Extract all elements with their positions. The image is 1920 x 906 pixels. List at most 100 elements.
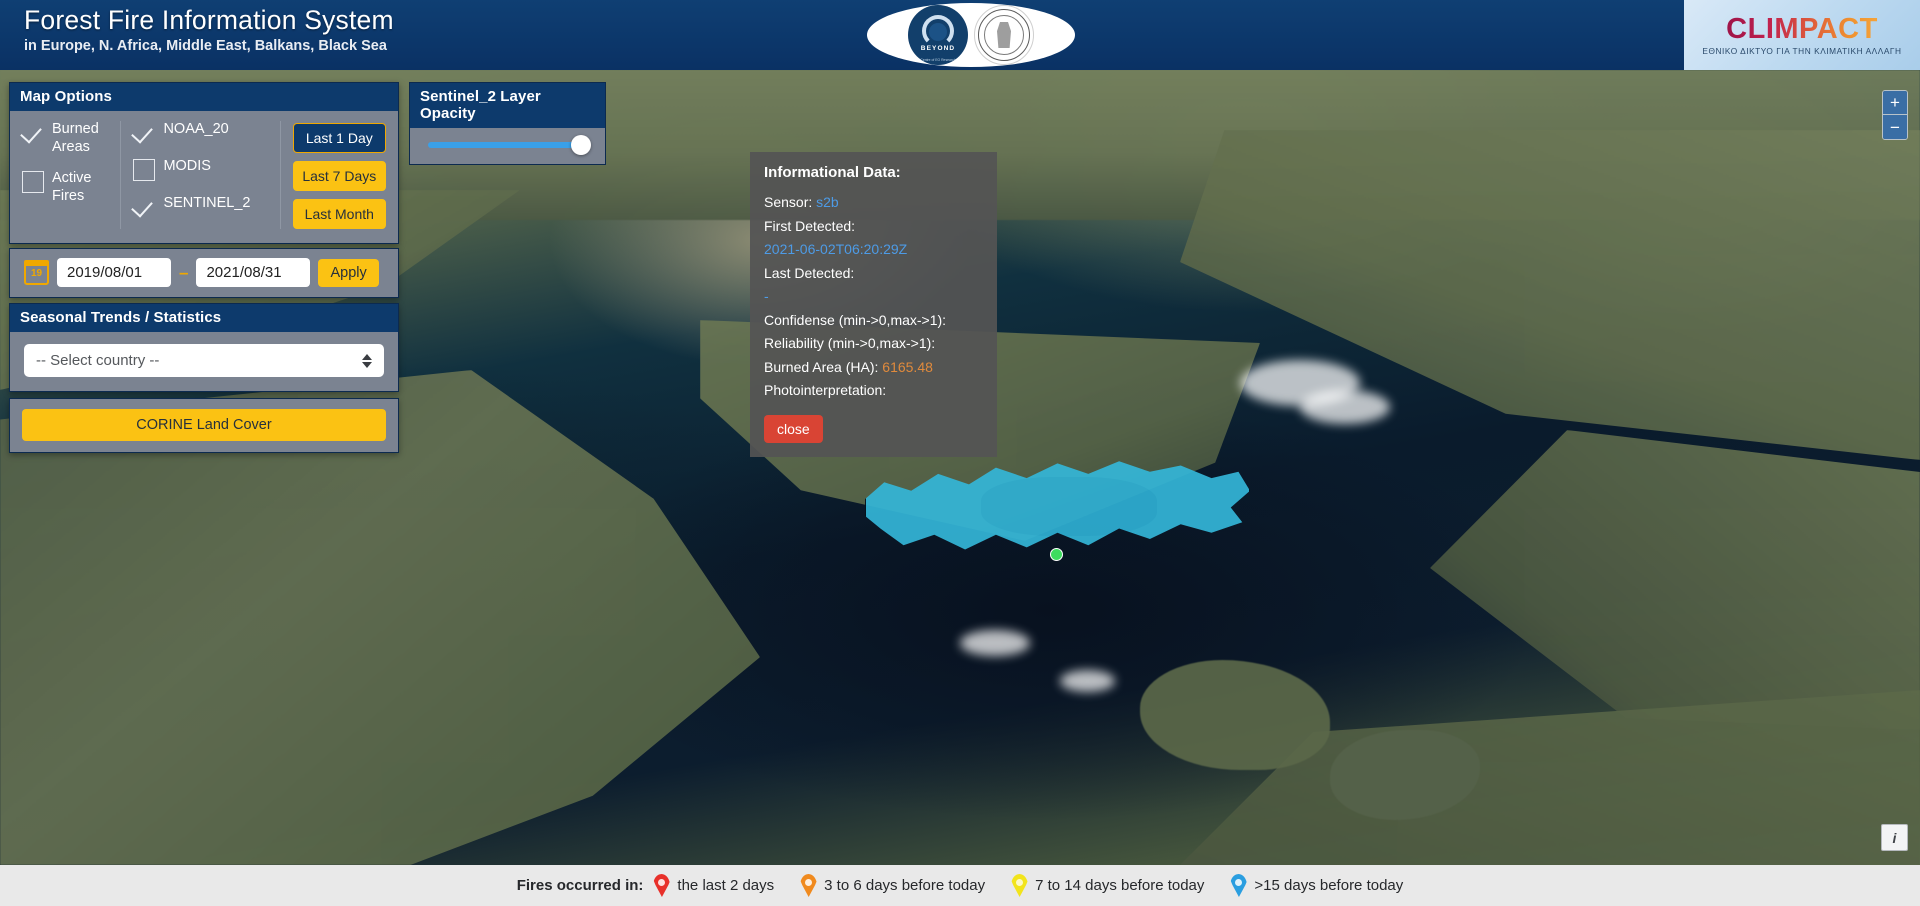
map-options-panel: Map Options Burned Areas Active Fires NO…: [9, 82, 399, 244]
popup-row-burned-area: Burned Area (HA): 6165.48: [764, 356, 983, 380]
checkmark-icon[interactable]: [22, 122, 44, 144]
seasonal-trends-title: Seasonal Trends / Statistics: [10, 304, 398, 332]
map-options-body: Burned Areas Active Fires NOAA_20 MODIS: [10, 111, 398, 243]
checkmark-icon[interactable]: [133, 122, 155, 144]
date-range-separator: –: [179, 262, 189, 282]
beyond-logo-name: BEYOND: [920, 45, 956, 52]
corine-body: CORINE Land Cover: [10, 399, 398, 452]
checkbox-label: Active Fires: [52, 170, 92, 204]
date-filter-row: 19 – Apply: [10, 249, 398, 297]
checkbox-label: SENTINEL_2: [163, 195, 251, 211]
seasonal-trends-body: -- Select country --: [10, 332, 398, 391]
burned-area-label: Burned Area (HA):: [764, 358, 879, 375]
map-zoom-controls[interactable]: + −: [1882, 90, 1908, 140]
start-date-input[interactable]: [57, 258, 171, 287]
first-detected-label: First Detected:: [764, 217, 856, 234]
reliability-label: Reliability (min->0,max->1):: [764, 335, 936, 351]
checkbox-label: MODIS: [163, 158, 211, 174]
noa-seal-icon: [974, 5, 1034, 65]
popup-row-last-detected-label: Last Detected:: [764, 262, 983, 286]
popup-row-sensor: Sensor: s2b: [764, 191, 983, 215]
map-pin-icon: [653, 874, 671, 897]
checkbox-label: NOAA_20: [163, 121, 229, 137]
calendar-icon-top: [24, 260, 49, 266]
popup-row-first-detected-label: First Detected:: [764, 215, 983, 239]
checkbox-active-fires[interactable]: Active Fires: [22, 170, 108, 205]
checkbox-sentinel2[interactable]: SENTINEL_2: [133, 195, 267, 218]
beyond-logo-icon: BEYOND Centre of EO Research: [908, 5, 968, 65]
cloud: [1300, 390, 1390, 424]
time-range-buttons: Last 1 Day Last 7 Days Last Month: [281, 121, 398, 229]
close-button[interactable]: close: [764, 414, 823, 443]
sentinel2-opacity-panel: Sentinel_2 Layer Opacity: [409, 82, 606, 165]
opacity-slider[interactable]: [428, 135, 591, 155]
zoom-out-button[interactable]: −: [1883, 115, 1907, 139]
legend-bar: Fires occurred in: the last 2 days 3 to …: [0, 865, 1920, 906]
legend-item-over-15-days: >15 days before today: [1230, 874, 1403, 897]
climpact-logo: CLIMPACT ΕΘΝΙΚΟ ΔΙΚΤΥΟ ΓΙΑ ΤΗΝ ΚΛΙΜΑΤΙΚΗ…: [1684, 0, 1920, 70]
popup-row-first-detected-value: 2021-06-02T06:20:29Z: [764, 238, 983, 262]
popup-title: Informational Data:: [764, 164, 901, 181]
empty-checkbox-icon[interactable]: [22, 171, 44, 193]
date-filter-panel: 19 – Apply: [9, 248, 399, 298]
popup-row-confidence: Confidense (min->0,max->1):: [764, 309, 983, 333]
corine-panel: CORINE Land Cover: [9, 398, 399, 453]
beyond-logo-tagline: Centre of EO Research: [920, 57, 956, 62]
sensor-label: Sensor:: [764, 194, 813, 210]
left-control-stack: Map Options Burned Areas Active Fires NO…: [9, 82, 399, 453]
apply-button[interactable]: Apply: [318, 258, 379, 287]
page-title: Forest Fire Information System: [24, 5, 394, 35]
opacity-panel-body: [410, 128, 605, 164]
calendar-icon-day: 19: [30, 268, 43, 279]
map-landmass: [1430, 430, 1920, 730]
confidence-label: Confidense (min->0,max->1):: [764, 311, 947, 328]
popup-row-reliability: Reliability (min->0,max->1):: [764, 332, 983, 356]
climpact-subtitle: ΕΘΝΙΚΟ ΔΙΚΤΥΟ ΓΙΑ ΤΗΝ ΚΛΙΜΑΤΙΚΗ ΑΛΛΑΓΗ: [1702, 46, 1902, 56]
photointerpretation-label: Photointerpretation:: [764, 382, 887, 398]
legend-item-3-to-6-days: 3 to 6 days before today: [800, 874, 985, 897]
climpact-wordmark: CLIMPACT: [1726, 13, 1878, 45]
app-header: Forest Fire Information System in Europe…: [0, 0, 1920, 70]
legend-title: Fires occurred in:: [516, 877, 644, 894]
map-island: [1140, 660, 1330, 770]
opacity-slider-handle[interactable]: [571, 135, 591, 155]
first-detected-value: 2021-06-02T06:20:29Z: [764, 241, 908, 257]
cloud: [960, 630, 1030, 656]
opacity-panel-title: Sentinel_2 Layer Opacity: [410, 83, 605, 128]
range-button-last-1-day[interactable]: Last 1 Day: [292, 123, 386, 153]
page-subtitle: in Europe, N. Africa, Middle East, Balka…: [24, 38, 387, 54]
map-pin-icon: [1230, 874, 1248, 897]
checkbox-noaa20[interactable]: NOAA_20: [133, 121, 267, 144]
map-landmass: [1180, 130, 1920, 460]
informational-data-popup: Informational Data: Sensor: s2b First De…: [750, 152, 997, 457]
map-pin-icon: [1011, 874, 1028, 897]
range-button-last-7-days[interactable]: Last 7 Days: [292, 161, 386, 191]
empty-checkbox-icon[interactable]: [133, 159, 156, 181]
checkmark-icon[interactable]: [133, 196, 155, 218]
cloud: [1060, 670, 1115, 692]
zoom-in-button[interactable]: +: [1883, 91, 1907, 115]
last-detected-value: -: [764, 288, 769, 304]
legend-item-last-2-days: the last 2 days: [653, 874, 774, 897]
legend-label: the last 2 days: [677, 877, 775, 894]
legend-label: 3 to 6 days before today: [824, 877, 986, 894]
sensor-value: s2b: [816, 194, 839, 210]
calendar-icon[interactable]: 19: [24, 260, 49, 285]
layer-column-primary: Burned Areas Active Fires: [10, 121, 122, 229]
end-date-input[interactable]: [196, 258, 311, 287]
map-info-button[interactable]: i: [1881, 824, 1908, 851]
checkbox-modis[interactable]: MODIS: [133, 158, 267, 181]
layer-column-sensors: NOAA_20 MODIS SENTINEL_2: [121, 121, 281, 229]
checkbox-burned-areas[interactable]: Burned Areas: [22, 121, 108, 156]
center-logos: BEYOND Centre of EO Research: [867, 3, 1075, 67]
range-button-last-month[interactable]: Last Month: [292, 199, 386, 229]
popup-row-photointerpretation: Photointerpretation:: [764, 379, 983, 403]
legend-label: >15 days before today: [1254, 877, 1404, 894]
map-pin-icon: [800, 874, 817, 897]
country-select[interactable]: -- Select country --: [24, 344, 384, 377]
corine-land-cover-button[interactable]: CORINE Land Cover: [22, 409, 386, 441]
country-select-value: -- Select country --: [36, 352, 160, 369]
last-detected-label: Last Detected:: [764, 264, 855, 281]
fire-marker[interactable]: [1050, 548, 1063, 561]
popup-row-last-detected-value: -: [764, 285, 983, 309]
